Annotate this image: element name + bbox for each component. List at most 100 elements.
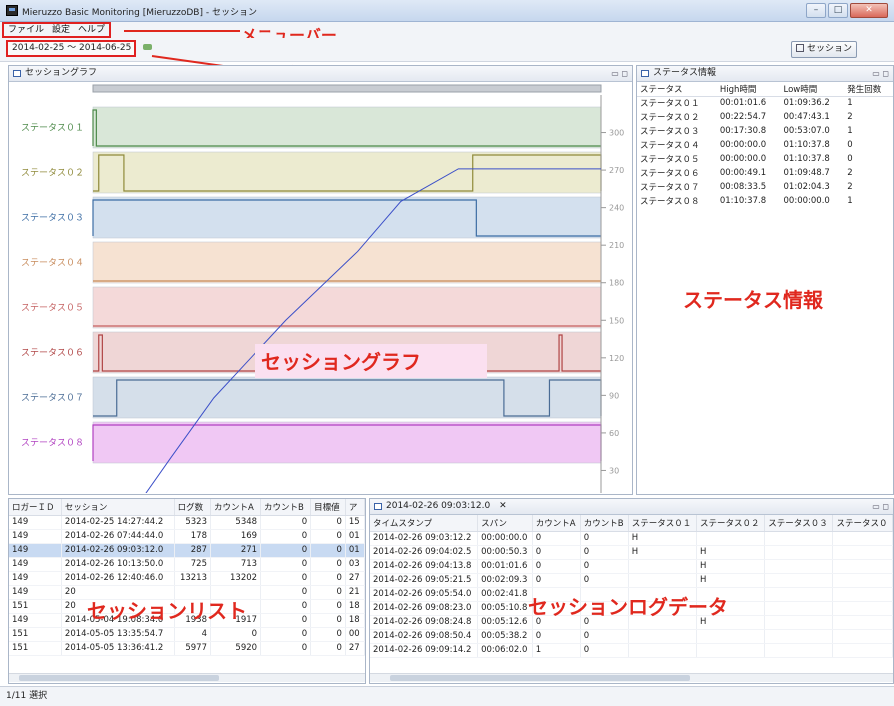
close-icon[interactable]: ✕ xyxy=(850,3,888,18)
session-list-header-3[interactable]: カウントA xyxy=(210,499,262,516)
session-log-cell xyxy=(832,601,893,616)
session-graph-chart[interactable]: ステータス０１ ステータス０２ ステータス０３ ステータス０４ ステータス０５ ステータス… xyxy=(9,83,632,493)
session-log-row[interactable]: 2014-02-26 09:03:12.2 00:00:00.0 0 0 H xyxy=(370,531,893,546)
session-log-header-6[interactable]: ステータス０３ xyxy=(764,515,834,532)
session-list-cell: 4 xyxy=(174,627,211,642)
graph-tab-icon xyxy=(13,70,21,77)
session-log-row[interactable]: 2014-02-26 09:05:21.5 00:02:09.3 0 0 H xyxy=(370,573,893,588)
title-bar: Mieruzzo Basic Monitoring [MieruzzoDB] -… xyxy=(0,0,894,22)
list-hscrollbar[interactable] xyxy=(9,673,365,682)
menu-help[interactable]: ヘルプ xyxy=(74,24,109,36)
pane-minmax-icon[interactable]: ▭ ◻ xyxy=(872,499,889,514)
graph-tab-label: セッショングラフ xyxy=(25,68,98,78)
status-cell: 00:53:07.0 xyxy=(783,126,830,136)
status-cell: 0 xyxy=(847,140,853,150)
session-button-label: セッション xyxy=(806,44,852,54)
session-list-cell: 178 xyxy=(174,529,211,544)
session-list-header-1[interactable]: セッション xyxy=(61,499,175,516)
y-tick-label: 90 xyxy=(609,391,619,400)
session-list-cell: 149 xyxy=(9,543,62,558)
session-log-row[interactable]: 2014-02-26 09:08:50.4 00:05:38.2 0 0 xyxy=(370,629,893,644)
session-log-header-7[interactable]: ステータス０ xyxy=(832,515,893,532)
session-log-table: タイムスタンプ スパン カウントA カウントB ステータス０１ ステータス０２ ステータス０… xyxy=(370,515,893,658)
session-list-cell: 0 xyxy=(310,557,346,572)
status-row[interactable]: ステータス０１ 00:01:01.6 01:09:36.2 1 xyxy=(637,96,893,110)
session-list-cell: 13202 xyxy=(210,571,262,586)
status-row-label: ステータス０３ xyxy=(21,213,84,224)
log-hscroll-thumb[interactable] xyxy=(390,675,690,681)
session-graph-pane: セッショングラフ ▭ ◻ ステータス０１ ステータス０２ ステータス０３ ステータス０… xyxy=(8,65,633,495)
session-list-row[interactable]: 149 2014-02-25 14:27:44.2 5323 5348 0 0 15 xyxy=(9,515,366,530)
session-list-cell: 149 xyxy=(9,557,62,572)
status-row[interactable]: ステータス０６ 00:00:49.1 01:09:48.7 2 xyxy=(637,166,893,180)
session-log-row[interactable]: 2014-02-26 09:04:02.5 00:00:50.3 0 0 H H xyxy=(370,545,893,560)
status-row[interactable]: ステータス０８ 01:10:37.8 00:00:00.0 1 xyxy=(637,194,893,208)
calendar-pin-icon[interactable] xyxy=(143,44,152,50)
session-log-header-2[interactable]: カウントA xyxy=(532,515,581,532)
session-log-header-1[interactable]: スパン xyxy=(477,515,533,532)
session-log-header-4[interactable]: ステータス０１ xyxy=(628,515,698,532)
session-log-cell: 00:05:12.6 xyxy=(477,615,533,630)
menu-settings[interactable]: 設定 xyxy=(48,24,74,36)
session-log-header-0[interactable]: タイムスタンプ xyxy=(370,515,479,532)
status-cell: ステータス０７ xyxy=(640,183,700,193)
session-list-row[interactable]: 151 2014-05-05 13:35:54.7 4 0 0 0 00 xyxy=(9,627,366,642)
y-tick-label: 300 xyxy=(609,129,624,138)
session-log-cell xyxy=(696,629,766,644)
session-log-header-3[interactable]: カウントB xyxy=(580,515,629,532)
status-row-label: ステータス０１ xyxy=(21,123,84,134)
session-log-cell: 00:02:41.8 xyxy=(477,587,533,602)
status-header-2[interactable]: Low時間 xyxy=(780,82,845,97)
session-list-cell: 0 xyxy=(310,627,346,642)
annotation-log: セッションログデータ xyxy=(528,595,728,619)
session-list-header-2[interactable]: ログ数 xyxy=(174,499,211,516)
session-list-row[interactable]: 149 2014-02-26 07:44:44.0 178 169 0 0 01 xyxy=(9,529,366,544)
period-selector[interactable]: 2014-02-25 ～ 2014-06-25 xyxy=(6,40,136,57)
status-row[interactable]: ステータス０４ 00:00:00.0 01:10:37.8 0 xyxy=(637,138,893,152)
status-cell: 01:09:36.2 xyxy=(783,98,830,109)
session-list-header-6[interactable]: ア xyxy=(345,499,366,516)
session-log-cell: 0 xyxy=(580,559,629,574)
menu-file[interactable]: ファイル xyxy=(4,24,48,36)
session-log-cell xyxy=(832,615,893,630)
session-list-row[interactable]: 149 2014-02-26 10:13:50.0 725 713 0 0 03 xyxy=(9,557,366,572)
status-row[interactable]: ステータス０２ 00:22:54.7 00:47:43.1 2 xyxy=(637,110,893,124)
pane-minmax-icon[interactable]: ▭ ◻ xyxy=(872,66,889,81)
status-header-3[interactable]: 発生回数 xyxy=(844,82,893,97)
list-hscroll-thumb[interactable] xyxy=(19,675,219,681)
pane-minmax-icon[interactable]: ▭ ◻ xyxy=(611,66,628,81)
tab-session-log[interactable]: 2014-02-26 09:03:12.0 ✕ ▭ ◻ xyxy=(370,499,893,515)
status-cell: 00:01:01.6 xyxy=(719,98,767,109)
session-log-row[interactable]: 2014-02-26 09:04:13.8 00:01:01.6 0 0 H xyxy=(370,559,893,574)
session-list-row[interactable]: 149 2014-02-26 09:03:12.0 287 271 0 0 01 xyxy=(9,543,366,558)
tab-status-info[interactable]: ステータス情報 ▭ ◻ xyxy=(637,66,893,82)
status-row-label: ステータス０４ xyxy=(21,258,84,269)
session-list-header-0[interactable]: ロガーＩＤ xyxy=(9,499,62,516)
status-row[interactable]: ステータス０３ 00:17:30.8 00:53:07.0 1 xyxy=(637,124,893,138)
session-log-row[interactable]: 2014-02-26 09:09:14.2 00:06:02.0 1 0 xyxy=(370,643,893,658)
status-cell: 2 xyxy=(847,112,853,122)
minimize-icon[interactable]: – xyxy=(806,3,826,18)
status-row[interactable]: ステータス０５ 00:00:00.0 01:10:37.8 0 xyxy=(637,152,893,166)
tab-close-icon[interactable]: ✕ xyxy=(499,501,507,511)
session-log-header-5[interactable]: ステータス０２ xyxy=(696,515,766,532)
session-list-cell: 0 xyxy=(260,627,312,642)
session-log-cell: 0 xyxy=(532,531,581,546)
session-log-cell: H xyxy=(628,531,698,546)
session-list-row[interactable]: 151 2014-05-05 13:36:41.2 5977 5920 0 0 27 xyxy=(9,641,366,656)
session-list-header-5[interactable]: 目標値 xyxy=(310,499,346,516)
session-button[interactable]: セッション xyxy=(791,41,857,58)
annotation-graph: セッショングラフ xyxy=(255,344,487,378)
status-header-1[interactable]: High時間 xyxy=(716,82,781,97)
session-list-cell: 18 xyxy=(345,599,366,614)
log-hscrollbar[interactable] xyxy=(370,673,893,682)
session-list-row[interactable]: 149 2014-02-26 12:40:46.0 13213 13202 0 0 27 xyxy=(9,571,366,586)
tab-session-graph[interactable]: セッショングラフ ▭ ◻ xyxy=(9,66,632,82)
maximize-icon[interactable]: □ xyxy=(828,3,848,18)
session-list-cell: 00 xyxy=(345,627,366,642)
session-log-cell: 00:06:02.0 xyxy=(477,643,533,658)
status-header-0[interactable]: ステータス xyxy=(637,82,717,97)
status-row[interactable]: ステータス０７ 00:08:33.5 01:02:04.3 2 xyxy=(637,180,893,194)
session-list-header-4[interactable]: カウントB xyxy=(260,499,312,516)
session-log-cell xyxy=(764,615,834,630)
